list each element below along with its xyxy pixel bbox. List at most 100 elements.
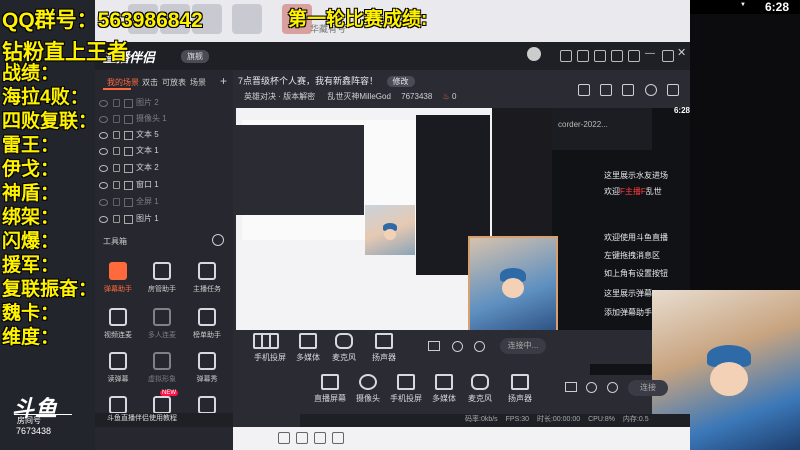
stat-line: 海拉4败： xyxy=(2,87,89,108)
edit-title-button[interactable]: 修改 xyxy=(386,76,415,87)
message-icon[interactable] xyxy=(560,50,572,62)
user-avatar[interactable] xyxy=(527,47,541,61)
settings-icon[interactable] xyxy=(607,382,618,393)
mic-icon xyxy=(335,333,353,349)
speaker-button[interactable]: 扬声器 xyxy=(362,333,406,363)
scene-item[interactable]: 摄像头 1 xyxy=(98,112,230,127)
tool-danmaku-helper[interactable]: 弹幕助手 xyxy=(96,258,140,302)
toolbox-title: 工具箱 xyxy=(103,237,127,246)
lock-icon[interactable] xyxy=(113,99,120,107)
tool-download-icon xyxy=(198,396,216,414)
mic-button[interactable]: 麦克风 xyxy=(322,333,366,363)
scene-item[interactable]: 文本 2 xyxy=(98,161,230,176)
shirt-icon[interactable] xyxy=(611,50,623,62)
chat-line: 这里展示弹幕 xyxy=(604,289,652,298)
tool-more[interactable] xyxy=(96,392,140,414)
url-label: corder-2022... xyxy=(552,108,652,150)
lock-icon[interactable] xyxy=(113,164,120,172)
tool-download[interactable] xyxy=(185,392,229,414)
scissors-icon[interactable] xyxy=(314,432,326,444)
record-icon[interactable] xyxy=(428,341,440,351)
gift-icon[interactable] xyxy=(577,50,589,62)
collapse-icon[interactable] xyxy=(212,234,224,246)
scene-item[interactable]: 窗口 1 xyxy=(98,178,230,193)
room-id: 7673438 xyxy=(401,92,433,101)
streamer-name: 乱世灭神MilleGod xyxy=(327,92,391,101)
eye-icon[interactable] xyxy=(99,148,108,155)
eye-icon[interactable] xyxy=(99,216,108,223)
tool-more-icon xyxy=(109,396,127,414)
stat-line: 神盾： xyxy=(2,183,60,204)
status-bar: 码率:0kb/s FPS:30 时长:00:00:00 CPU:8% 内存:0.… xyxy=(300,414,690,428)
shop-icon[interactable] xyxy=(578,84,590,96)
tool-danmaku-show[interactable]: 弹幕秀 xyxy=(185,348,229,392)
tab-table[interactable]: 可放表 xyxy=(162,77,186,88)
tool-multi-link[interactable]: 多人连麦 xyxy=(140,304,184,348)
bag-icon[interactable] xyxy=(622,84,634,96)
manager-icon xyxy=(153,262,171,280)
tool-read-danmaku[interactable]: 读弹幕 xyxy=(96,348,140,392)
room-title-row: 7点晋级杯个人赛，我有新鑫阵容！ 修改 xyxy=(238,74,415,87)
start-live-button-2[interactable]: 连接 xyxy=(628,380,668,396)
tab-scene[interactable]: 场景 xyxy=(190,77,206,88)
scene-item[interactable]: 图片 1 xyxy=(98,212,230,227)
scene-item[interactable]: 全屏 1 xyxy=(98,195,230,210)
stat-line: 四败复联： xyxy=(2,111,98,132)
text-icon xyxy=(124,131,133,140)
scene-item[interactable]: 文本 1 xyxy=(98,144,230,159)
eye-icon[interactable] xyxy=(99,182,108,189)
mic-icon xyxy=(471,374,489,390)
speaker-button[interactable]: 扬声器 xyxy=(498,374,542,404)
share-icon[interactable] xyxy=(667,84,679,96)
eye-icon[interactable] xyxy=(99,100,108,107)
eye-icon[interactable] xyxy=(452,341,463,352)
mic-button[interactable]: 麦克风 xyxy=(458,374,502,404)
folder-icon[interactable] xyxy=(296,432,308,444)
maximize-icon[interactable] xyxy=(662,50,674,62)
bell-icon[interactable] xyxy=(645,84,657,96)
copy-icon[interactable] xyxy=(600,84,612,96)
skin-icon[interactable] xyxy=(594,50,606,62)
lock-icon[interactable] xyxy=(113,115,120,123)
tool-rank[interactable]: 榜单助手 xyxy=(185,304,229,348)
chat-line: 如上角有设置按钮 xyxy=(604,269,668,278)
category[interactable]: 英雄对决 · 版本解密 xyxy=(244,92,315,101)
tutorial-link[interactable]: 斗鱼直播伴侣使用教程 xyxy=(95,413,233,427)
tool-avatar[interactable]: 虚拟形象 xyxy=(140,348,184,392)
scene-item[interactable]: 文本 5 xyxy=(98,128,230,143)
tool-new[interactable]: NEW xyxy=(140,390,184,414)
lock-icon[interactable] xyxy=(113,198,120,206)
minimize-icon[interactable]: — xyxy=(645,48,655,59)
eye-icon[interactable] xyxy=(99,132,108,139)
tool-video-link[interactable]: 视频连麦 xyxy=(96,304,140,348)
phone-icon xyxy=(261,333,279,349)
lock-icon[interactable] xyxy=(113,131,120,139)
lock-icon[interactable] xyxy=(113,147,120,155)
scene-item[interactable]: 图片 2 xyxy=(98,96,230,111)
start-live-button[interactable]: 连接中... xyxy=(500,338,546,354)
eye-icon[interactable] xyxy=(99,116,108,123)
emoji-icon[interactable] xyxy=(278,432,290,444)
tool-manager[interactable]: 房管助手 xyxy=(140,258,184,302)
lock-icon[interactable] xyxy=(113,181,120,189)
settings-icon[interactable] xyxy=(474,341,485,352)
lock-icon[interactable] xyxy=(113,215,120,223)
phone-icon xyxy=(397,374,415,390)
history-icon[interactable] xyxy=(332,432,344,444)
eye-icon[interactable] xyxy=(99,199,108,206)
edition-badge[interactable]: 旗舰 xyxy=(181,50,209,63)
eye-icon[interactable] xyxy=(586,382,597,393)
eye-icon[interactable] xyxy=(99,165,108,172)
thumb-icon xyxy=(232,4,262,34)
tab-double[interactable]: 双击 xyxy=(142,77,158,88)
record-icon[interactable] xyxy=(565,382,577,392)
speaker-icon xyxy=(511,374,529,390)
stat-line: 复联振奋： xyxy=(2,279,98,300)
stat-line: 绑架： xyxy=(2,207,60,228)
close-icon[interactable]: ✕ xyxy=(677,46,686,59)
screen-icon xyxy=(321,374,339,390)
add-scene-icon[interactable]: + xyxy=(220,74,227,88)
tool-task[interactable]: 主播任务 xyxy=(185,258,229,302)
menu-icon[interactable] xyxy=(628,50,640,62)
tab-my-scenes[interactable]: 我的场景 xyxy=(107,77,139,88)
